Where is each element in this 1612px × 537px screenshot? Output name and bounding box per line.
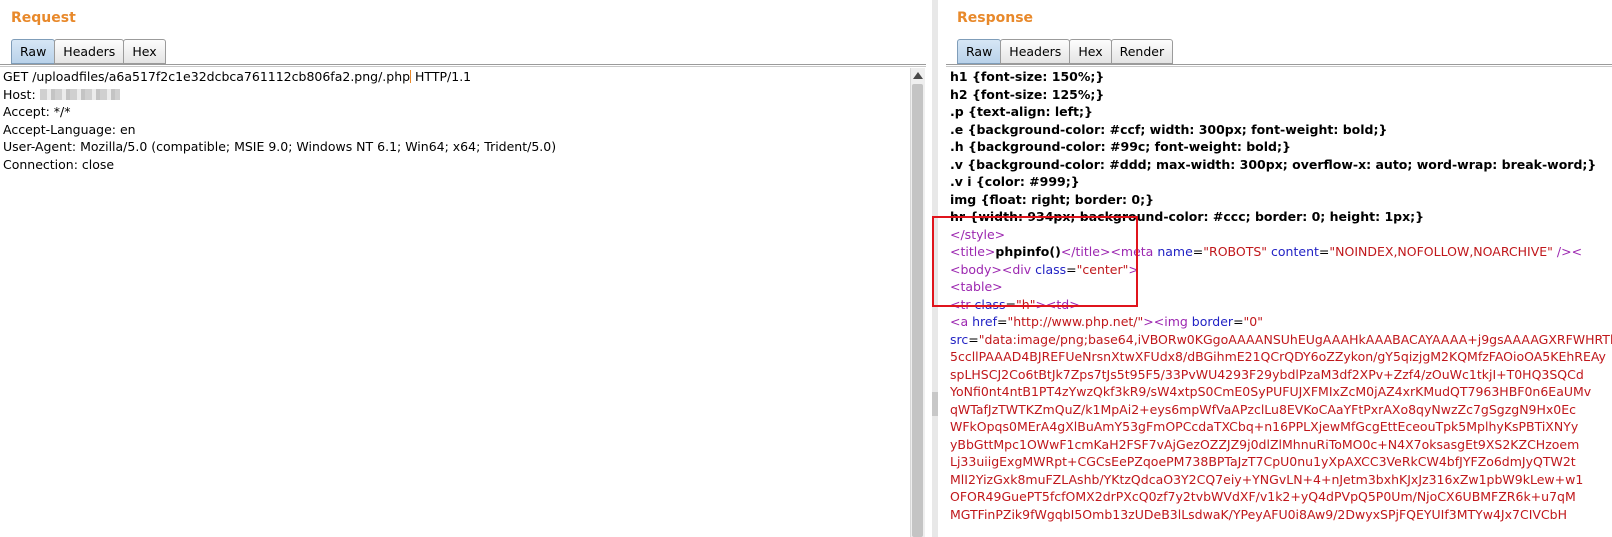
response-title: Response bbox=[957, 10, 1034, 26]
html-tag: <table> bbox=[950, 279, 1003, 294]
html-attr: href bbox=[968, 314, 997, 329]
html-tag: > bbox=[1128, 261, 1139, 277]
request-tab-headers[interactable]: Headers bbox=[54, 39, 125, 64]
css-line: h2 {font-size: 125%;} bbox=[950, 86, 1105, 102]
html-tag: <body> bbox=[950, 261, 1002, 277]
html-attr: content bbox=[1267, 244, 1319, 259]
html-tag: <tr bbox=[950, 296, 971, 312]
body-div-line: <body><div class="center"> bbox=[946, 261, 1612, 279]
base64-line: yBbGttMpc1OWwF1cmKaH2FSF7vAjGezOZZJZ9j0d… bbox=[950, 436, 1580, 452]
request-tabs: Raw Headers Hex bbox=[11, 39, 166, 64]
base64-line: OFOR49GuePT5fcfOMX2drPXcQ0zf7y2tvbWVdXF/… bbox=[950, 489, 1576, 504]
base64-line: WFkOpqs0MErA4gXlBuAmY53gFmOPCcdaTXCbq+n1… bbox=[950, 419, 1579, 434]
tab-divider-inner bbox=[946, 66, 1612, 67]
html-punct: = bbox=[1318, 244, 1330, 259]
html-tag: <title> bbox=[950, 244, 996, 259]
css-line: hr {width: 934px; background-color: #ccc… bbox=[950, 209, 1425, 224]
css-line: img {float: right; border: 0;} bbox=[950, 191, 1154, 207]
response-tabs: Raw Headers Hex Render bbox=[957, 39, 1174, 64]
html-tag: </style> bbox=[950, 226, 1006, 242]
tab-divider bbox=[0, 64, 926, 65]
html-value: "center" bbox=[1076, 261, 1129, 277]
tr-line: <tr class="h"><td> bbox=[946, 296, 1612, 314]
scroll-up-arrow-icon[interactable] bbox=[913, 72, 923, 79]
html-tag: ><td> bbox=[1035, 296, 1080, 312]
accept-language-header: Accept-Language: en bbox=[3, 121, 136, 137]
html-tag: />< bbox=[1552, 244, 1583, 259]
tab-divider bbox=[946, 64, 1612, 65]
response-tab-headers[interactable]: Headers bbox=[1000, 39, 1071, 64]
css-line: .v {background-color: #ddd; max-width: 3… bbox=[950, 156, 1597, 172]
anchor-line: <a href="http://www.php.net/"><img borde… bbox=[946, 313, 1612, 331]
splitter-bar[interactable] bbox=[932, 0, 938, 537]
html-tag: <div bbox=[1001, 261, 1032, 277]
request-line-path: GET /uploadfiles/a6a517f2c1e32dcbca76111… bbox=[3, 69, 411, 84]
request-scrollbar[interactable] bbox=[910, 68, 925, 537]
html-tag: img bbox=[1164, 314, 1188, 329]
response-tab-hex[interactable]: Hex bbox=[1069, 39, 1112, 64]
title-meta-line: <title>phpinfo()</title><meta name="ROBO… bbox=[946, 243, 1612, 261]
base64-line: 5ccllPAAAD4BJREFUeNrsnXtwXFUdx8/dBGihmE2… bbox=[950, 349, 1606, 364]
html-punct: = bbox=[1005, 296, 1017, 312]
html-attr: class bbox=[970, 296, 1006, 312]
request-pane: Request Raw Headers Hex GET /uploadfiles… bbox=[0, 0, 926, 537]
style-close-line: </style> bbox=[946, 226, 1612, 244]
request-tab-hex[interactable]: Hex bbox=[123, 39, 166, 64]
html-value: "data:image/png;base64,iVBORw0KGgoAAAANS… bbox=[978, 331, 1612, 347]
html-punct: = bbox=[968, 331, 979, 347]
accept-header: Accept: */* bbox=[3, 104, 71, 119]
base64-line: MGTFinPZik9fWgqbI5Omb13zUDeB3lLsdwaK/YPe… bbox=[950, 506, 1567, 522]
html-tag: <a bbox=[950, 314, 969, 329]
redacted-host bbox=[39, 88, 120, 100]
html-punct: = bbox=[1233, 314, 1244, 329]
css-line: .h {background-color: #99c; font-weight:… bbox=[950, 139, 1291, 154]
host-label: Host: bbox=[3, 86, 40, 102]
base64-line: spLHSCJ2Co6tBtJk7Zps7tJs5t95F5/33PvWU429… bbox=[950, 366, 1584, 382]
html-attr: class bbox=[1031, 261, 1067, 277]
base64-line: qWTafJzTWTKZmQuZ/k1MpAi2+eys6mpWfVaAPzcl… bbox=[950, 401, 1577, 417]
response-editor[interactable]: h1 {font-size: 150%;} h2 {font-size: 125… bbox=[946, 68, 1612, 537]
html-value: "0" bbox=[1243, 314, 1263, 329]
html-value: "h" bbox=[1016, 296, 1036, 312]
css-line: h1 {font-size: 150%;} bbox=[950, 69, 1105, 84]
pane-splitter[interactable] bbox=[926, 0, 946, 537]
base64-line: YoNfi0nt4ntB1PT4zYwzQkf3kR9/sW4xtpS0CmE0… bbox=[950, 384, 1592, 399]
html-punct: = bbox=[1192, 244, 1204, 259]
response-pane: Response Raw Headers Hex Render h1 {font… bbox=[946, 0, 1612, 537]
src-line: src="data:image/png;base64,iVBORw0KGgoAA… bbox=[946, 331, 1612, 349]
title-text: phpinfo() bbox=[995, 244, 1061, 259]
html-tag: >< bbox=[1143, 314, 1165, 329]
html-tag: </title> bbox=[1060, 244, 1111, 259]
user-agent-header: User-Agent: Mozilla/5.0 (compatible; MSI… bbox=[3, 139, 557, 154]
html-attr: name bbox=[1153, 244, 1193, 259]
request-line-protocol: HTTP/1.1 bbox=[411, 69, 472, 84]
css-line: .e {background-color: #ccf; width: 300px… bbox=[950, 121, 1388, 137]
response-tab-render[interactable]: Render bbox=[1110, 39, 1174, 64]
scrollbar-thumb[interactable] bbox=[912, 84, 923, 537]
base64-line: MlI2YizGxk8muFZLAshb/YKtzQdcaO3Y2CQ7eiy+… bbox=[950, 471, 1584, 487]
tab-divider-inner bbox=[0, 66, 926, 67]
html-punct: = bbox=[1066, 261, 1077, 277]
html-tag: <meta bbox=[1110, 244, 1154, 259]
request-title: Request bbox=[11, 10, 76, 26]
html-value: "http://www.php.net/" bbox=[1007, 314, 1144, 329]
request-line: GET /uploadfiles/a6a517f2c1e32dcbca76111… bbox=[0, 68, 910, 86]
html-value: "ROBOTS" bbox=[1203, 244, 1268, 259]
html-attr: src bbox=[950, 331, 969, 347]
response-tab-raw[interactable]: Raw bbox=[957, 39, 1002, 64]
css-line: .p {text-align: left;} bbox=[950, 104, 1093, 119]
request-editor[interactable]: GET /uploadfiles/a6a517f2c1e32dcbca76111… bbox=[0, 68, 910, 537]
request-tab-raw[interactable]: Raw bbox=[11, 39, 56, 64]
css-line: .v i {color: #999;} bbox=[950, 174, 1080, 189]
table-line: <table> bbox=[946, 278, 1612, 296]
splitter-grip-icon[interactable] bbox=[932, 392, 938, 416]
connection-header: Connection: close bbox=[3, 156, 115, 172]
host-header: Host: bbox=[0, 86, 910, 104]
html-value: "NOINDEX,NOFOLLOW,NOARCHIVE" bbox=[1329, 244, 1553, 259]
html-attr: border bbox=[1187, 314, 1234, 329]
html-punct: = bbox=[997, 314, 1008, 329]
base64-line: Lj33uiigExgMWRpt+CGCsEePZqoePM738BPTaJzT… bbox=[950, 454, 1576, 469]
